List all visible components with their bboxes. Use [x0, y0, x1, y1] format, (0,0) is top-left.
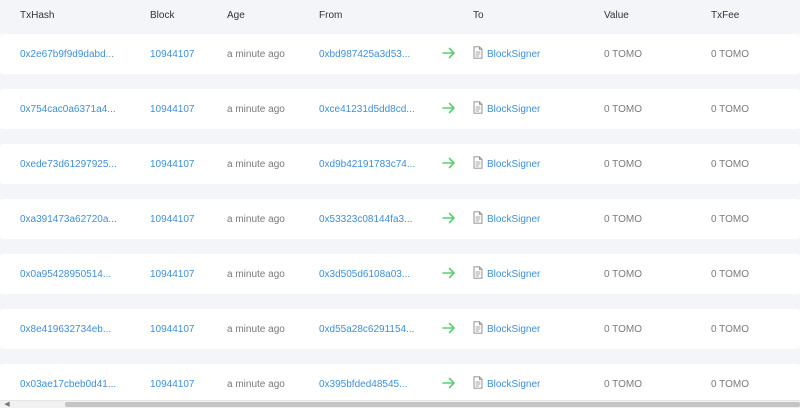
- age-text: a minute ago: [227, 49, 285, 60]
- right-arrow-icon: [442, 267, 455, 279]
- to-contract-link[interactable]: BlockSigner: [487, 379, 540, 390]
- block-link[interactable]: 10944107: [150, 159, 195, 170]
- block-link[interactable]: 10944107: [150, 269, 195, 280]
- table-row: 0x03ae17cbeb0d41... 10944107 a minute ag…: [0, 364, 800, 404]
- document-icon: [473, 376, 483, 389]
- column-header-age: Age: [227, 10, 245, 21]
- to-contract-link[interactable]: BlockSigner: [487, 159, 540, 170]
- value-text: 0 TOMO: [604, 49, 642, 60]
- to-contract-link[interactable]: BlockSigner: [487, 324, 540, 335]
- document-icon: [473, 46, 483, 59]
- column-header-from: From: [319, 10, 343, 21]
- column-header-txhash: TxHash: [20, 10, 55, 21]
- document-icon: [473, 101, 483, 114]
- age-text: a minute ago: [227, 324, 285, 335]
- block-link[interactable]: 10944107: [150, 104, 195, 115]
- age-text: a minute ago: [227, 214, 285, 225]
- table-row: 0x0a95428950514... 10944107 a minute ago…: [0, 254, 800, 294]
- txfee-text: 0 TOMO: [711, 324, 749, 335]
- txhash-link[interactable]: 0x03ae17cbeb0d41...: [20, 379, 116, 390]
- right-arrow-icon: [442, 322, 455, 334]
- txfee-text: 0 TOMO: [711, 49, 749, 60]
- txhash-link[interactable]: 0x754cac0a6371a4...: [20, 104, 116, 115]
- to-contract-link[interactable]: BlockSigner: [487, 104, 540, 115]
- table-row: 0xede73d61297925... 10944107 a minute ag…: [0, 144, 800, 184]
- txfee-text: 0 TOMO: [711, 214, 749, 225]
- document-icon: [473, 156, 483, 169]
- txhash-link[interactable]: 0xa391473a62720a...: [20, 214, 117, 225]
- to-contract-link[interactable]: BlockSigner: [487, 49, 540, 60]
- horizontal-scrollbar[interactable]: ◀: [0, 400, 800, 408]
- value-text: 0 TOMO: [604, 159, 642, 170]
- txhash-link[interactable]: 0xede73d61297925...: [20, 159, 117, 170]
- txfee-text: 0 TOMO: [711, 159, 749, 170]
- age-text: a minute ago: [227, 159, 285, 170]
- from-address-link[interactable]: 0xce41231d5dd8cd...: [319, 104, 415, 115]
- document-icon: [473, 266, 483, 279]
- right-arrow-icon: [442, 102, 455, 114]
- txhash-link[interactable]: 0x2e67b9f9d9dabd...: [20, 49, 114, 60]
- table-row: 0x2e67b9f9d9dabd... 10944107 a minute ag…: [0, 34, 800, 74]
- block-link[interactable]: 10944107: [150, 324, 195, 335]
- column-header-value: Value: [604, 10, 629, 21]
- table-row: 0x8e419632734eb... 10944107 a minute ago…: [0, 309, 800, 349]
- block-link[interactable]: 10944107: [150, 379, 195, 390]
- scroll-thumb[interactable]: [65, 402, 800, 407]
- right-arrow-icon: [442, 377, 455, 389]
- table-row: 0x754cac0a6371a4... 10944107 a minute ag…: [0, 89, 800, 129]
- age-text: a minute ago: [227, 269, 285, 280]
- right-arrow-icon: [442, 212, 455, 224]
- to-contract-link[interactable]: BlockSigner: [487, 269, 540, 280]
- column-header-to: To: [473, 10, 484, 21]
- txhash-link[interactable]: 0x8e419632734eb...: [20, 324, 111, 335]
- document-icon: [473, 211, 483, 224]
- txfee-text: 0 TOMO: [711, 104, 749, 115]
- age-text: a minute ago: [227, 379, 285, 390]
- right-arrow-icon: [442, 157, 455, 169]
- table-header: TxHash Block Age From To Value TxFee: [0, 0, 800, 32]
- table-row: 0xa391473a62720a... 10944107 a minute ag…: [0, 199, 800, 239]
- right-arrow-icon: [442, 47, 455, 59]
- value-text: 0 TOMO: [604, 269, 642, 280]
- txhash-link[interactable]: 0x0a95428950514...: [20, 269, 111, 280]
- from-address-link[interactable]: 0x53323c08144fa3...: [319, 214, 412, 225]
- from-address-link[interactable]: 0xd9b42191783c74...: [319, 159, 415, 170]
- value-text: 0 TOMO: [604, 104, 642, 115]
- block-link[interactable]: 10944107: [150, 49, 195, 60]
- from-address-link[interactable]: 0xd55a28c6291154...: [319, 324, 414, 335]
- from-address-link[interactable]: 0xbd987425a3d53...: [319, 49, 410, 60]
- document-icon: [473, 321, 483, 334]
- txfee-text: 0 TOMO: [711, 269, 749, 280]
- block-link[interactable]: 10944107: [150, 214, 195, 225]
- from-address-link[interactable]: 0x395bfded48545...: [319, 379, 407, 390]
- column-header-txfee: TxFee: [711, 10, 740, 21]
- value-text: 0 TOMO: [604, 324, 642, 335]
- value-text: 0 TOMO: [604, 379, 642, 390]
- txfee-text: 0 TOMO: [711, 379, 749, 390]
- value-text: 0 TOMO: [604, 214, 642, 225]
- age-text: a minute ago: [227, 104, 285, 115]
- column-header-block: Block: [150, 10, 175, 21]
- from-address-link[interactable]: 0x3d505d6108a03...: [319, 269, 410, 280]
- to-contract-link[interactable]: BlockSigner: [487, 214, 540, 225]
- scroll-left-icon[interactable]: ◀: [3, 401, 11, 408]
